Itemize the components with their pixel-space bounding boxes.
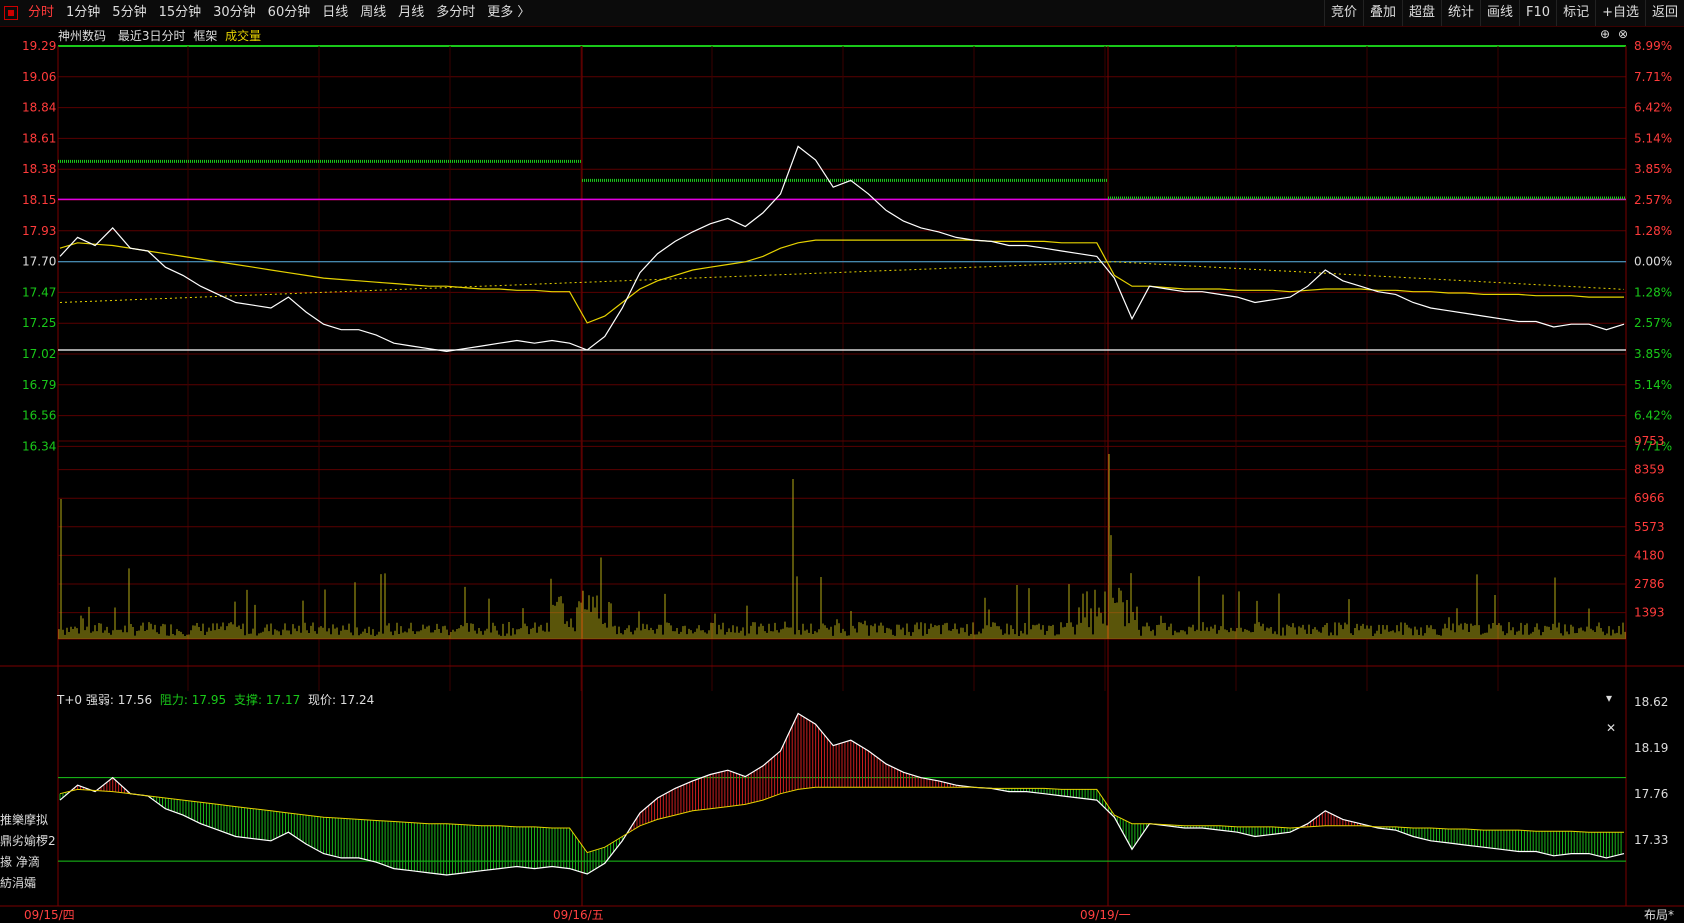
price-tick-label: 18.61 bbox=[22, 131, 56, 145]
toolbar-button-1[interactable]: 叠加 bbox=[1362, 0, 1402, 26]
tab-8[interactable]: 月线 bbox=[392, 0, 430, 26]
left-label[interactable]: 推樂摩拟 bbox=[0, 810, 56, 831]
volume-tick-label: 6966 bbox=[1634, 491, 1665, 505]
toolbar-button-4[interactable]: 画线 bbox=[1480, 0, 1519, 26]
pct-tick-label: 7.71% bbox=[1634, 70, 1672, 84]
indicator-left-labels: 推樂摩拟 鼎劣媮椤20 掾 净滴 紡涓孀 bbox=[0, 810, 56, 894]
layout-button[interactable]: 布局* bbox=[1644, 906, 1674, 923]
pct-tick-label: 2.57% bbox=[1634, 193, 1672, 207]
tab-1[interactable]: 1分钟 bbox=[60, 0, 106, 26]
price-tick-label: 16.34 bbox=[22, 439, 56, 453]
price-tick-label: 19.06 bbox=[22, 70, 56, 84]
resist-label: 阻力: bbox=[159, 693, 188, 707]
volume-tick-label: 5573 bbox=[1634, 520, 1665, 534]
avg-price-line bbox=[59, 239, 1624, 324]
period-tabs: 分时 1分钟 5分钟 15分钟 30分钟 60分钟 日线 周线 月线 多分时 更多 〉 bbox=[22, 0, 536, 26]
resist-value: 17.95 bbox=[191, 693, 227, 707]
date-label-3: 09/19/一 bbox=[1080, 908, 1131, 922]
close-small-icon[interactable]: ✕ bbox=[1606, 721, 1616, 735]
volume-label[interactable]: 成交量 bbox=[225, 29, 261, 43]
date-label-2: 09/16/五 bbox=[553, 908, 604, 922]
stock-name: 神州数码 bbox=[58, 29, 107, 43]
tab-9[interactable]: 多分时 bbox=[430, 0, 481, 26]
toolbar-button-3[interactable]: 统计 bbox=[1441, 0, 1480, 26]
tab-6[interactable]: 日线 bbox=[316, 0, 354, 26]
toolbar-button-5[interactable]: F10 bbox=[1519, 0, 1556, 26]
chart-header: 神州数码 最近3日分时 框架 成交量 bbox=[58, 27, 269, 44]
left-label[interactable]: 鼎劣媮椤20 bbox=[0, 831, 56, 852]
price-value: 17.24 bbox=[339, 693, 375, 707]
price-tick-label: 17.02 bbox=[22, 347, 56, 361]
price-tick-label: 17.93 bbox=[22, 224, 56, 238]
price-tick-label: 18.15 bbox=[22, 193, 56, 207]
pct-tick-label: 3.85% bbox=[1634, 347, 1672, 361]
tab-5[interactable]: 60分钟 bbox=[262, 0, 317, 26]
price-label: 现价: bbox=[308, 693, 337, 707]
indicator-tick-label: 18.19 bbox=[1634, 741, 1668, 755]
pct-tick-label: 0.00% bbox=[1634, 255, 1672, 269]
price-tick-label: 17.70 bbox=[22, 255, 56, 269]
price-line bbox=[59, 145, 1625, 353]
volume-tick-label: 8359 bbox=[1634, 463, 1665, 477]
toolbar-button-6[interactable]: 标记 bbox=[1556, 0, 1595, 26]
indicator-header: T+0 强弱: 17.56 阻力: 17.95 支撑: 17.17 现价: 17… bbox=[57, 691, 374, 708]
date-label-1: 09/15/四 bbox=[24, 908, 75, 922]
price-tick-label: 16.79 bbox=[22, 378, 56, 392]
volume-tick-label: 9753 bbox=[1634, 434, 1665, 448]
pct-tick-label: 6.42% bbox=[1634, 101, 1672, 115]
pct-tick-label: 8.99% bbox=[1634, 39, 1672, 53]
indicator-tick-label: 18.62 bbox=[1634, 695, 1668, 709]
pct-tick-label: 3.85% bbox=[1634, 162, 1672, 176]
volume-tick-label: 2786 bbox=[1634, 577, 1665, 591]
strength-label: 强弱: bbox=[85, 693, 114, 707]
indicator-tick-label: 17.33 bbox=[1634, 833, 1668, 847]
tab-10[interactable]: 更多 〉 bbox=[481, 0, 536, 26]
avg-dotted-line bbox=[59, 261, 1625, 303]
pct-tick-label: 1.28% bbox=[1634, 285, 1672, 299]
tab-7[interactable]: 周线 bbox=[354, 0, 392, 26]
support-label: 支撑: bbox=[233, 693, 263, 707]
strength-value: 17.56 bbox=[117, 693, 153, 707]
price-tick-label: 18.38 bbox=[22, 162, 56, 176]
zoom-in-icon[interactable]: ⊕ bbox=[1600, 27, 1610, 41]
pct-tick-label: 2.57% bbox=[1634, 316, 1672, 330]
tab-4[interactable]: 30分钟 bbox=[207, 0, 262, 26]
close-icon[interactable]: ⊗ bbox=[1618, 27, 1628, 41]
price-tick-label: 18.84 bbox=[22, 101, 56, 115]
top-toolbar: 分时 1分钟 5分钟 15分钟 30分钟 60分钟 日线 周线 月线 多分时 更多 〉 竞价 叠加 超盘… bbox=[0, 0, 1684, 27]
pct-tick-label: 1.28% bbox=[1634, 224, 1672, 238]
chart-area[interactable]: 19.29 8.99% 19.06 7.71% 18.84 6.42% 18.61 5.14%… bbox=[0, 26, 1684, 923]
tab-0[interactable]: 分时 bbox=[22, 0, 60, 26]
pct-tick-label: 6.42% bbox=[1634, 409, 1672, 423]
toolbar-button-0[interactable]: 竞价 bbox=[1323, 0, 1363, 26]
toolbar-button-2[interactable]: 超盘 bbox=[1401, 0, 1441, 26]
toolbar-button-7[interactable]: +自选 bbox=[1595, 0, 1645, 26]
price-tick-label: 17.25 bbox=[22, 316, 56, 330]
price-tick-label: 16.56 bbox=[22, 409, 56, 423]
left-label[interactable]: 掾 净滴 bbox=[0, 852, 56, 873]
price-tick-label: 17.47 bbox=[22, 285, 56, 299]
tab-2[interactable]: 5分钟 bbox=[106, 0, 152, 26]
indicator-name[interactable]: T+0 bbox=[57, 693, 82, 707]
price-tick-label: 19.29 bbox=[22, 39, 56, 53]
toolbar-button-8[interactable]: 返回 bbox=[1644, 0, 1684, 26]
volume-tick-label: 4180 bbox=[1634, 548, 1665, 562]
frame-label[interactable]: 框架 bbox=[193, 29, 217, 43]
indicator-price-line bbox=[59, 712, 1625, 876]
toolbar-right-buttons: 竞价 叠加 超盘 统计 画线 F10 标记 +自选 返回 bbox=[1323, 0, 1684, 26]
volume-tick-label: 1393 bbox=[1634, 606, 1665, 620]
indicator-tick-label: 17.76 bbox=[1634, 787, 1668, 801]
tab-3[interactable]: 15分钟 bbox=[153, 0, 208, 26]
left-label[interactable]: 紡涓孀 bbox=[0, 873, 56, 894]
chevron-down-icon[interactable]: ▾ bbox=[1606, 691, 1612, 705]
pct-tick-label: 5.14% bbox=[1634, 131, 1672, 145]
pct-tick-label: 5.14% bbox=[1634, 378, 1672, 392]
support-value: 17.17 bbox=[265, 693, 301, 707]
range-label[interactable]: 最近3日分时 bbox=[118, 29, 186, 43]
menu-icon[interactable] bbox=[4, 6, 18, 20]
